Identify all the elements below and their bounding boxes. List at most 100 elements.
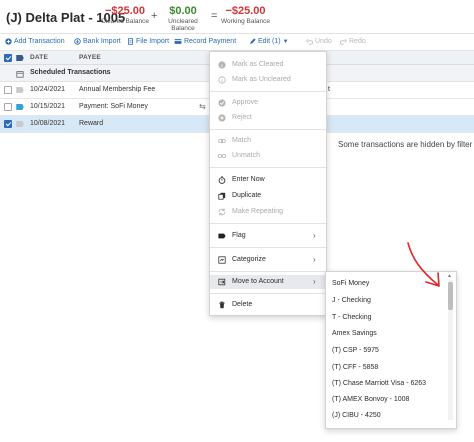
unmatch-item[interactable]: Unmatch — [210, 149, 326, 163]
mark-as-uncleared-item[interactable]: c Mark as Uncleared — [210, 73, 326, 87]
redo-icon — [340, 39, 347, 45]
account-option[interactable]: (T) CFF - 5858 — [332, 364, 378, 371]
uncleared-circle-icon: c — [218, 76, 226, 84]
x-circle-icon — [218, 114, 226, 122]
unlink-icon — [218, 154, 226, 158]
menu-divider — [210, 271, 326, 272]
make-repeating-item[interactable]: Make Repeating — [210, 205, 326, 219]
menu-divider — [210, 293, 326, 294]
cleared-balance-label: Cleared Balance — [100, 18, 150, 25]
hidden-transactions-note: Some transactions are hidden by filter — [338, 140, 473, 149]
file-import-button[interactable]: File Import — [127, 38, 169, 45]
payee-column-header[interactable]: PAYEE — [79, 54, 101, 61]
cleared-balance: −$25.00 Cleared Balance — [99, 5, 151, 25]
approve-label: Approve — [232, 99, 259, 106]
redo-button[interactable]: Redo — [340, 38, 366, 45]
account-option[interactable]: J - Checking — [332, 297, 371, 304]
link-icon — [218, 139, 226, 143]
enter-now-label: Enter Now — [232, 176, 265, 183]
file-import-label: File Import — [136, 38, 170, 45]
reject-label: Reject — [232, 114, 252, 121]
uncleared-balance-amount: $0.00 — [169, 5, 197, 17]
pencil-icon — [250, 38, 256, 44]
edit-menu-button[interactable]: Edit (1) ▼ — [249, 38, 289, 45]
cleared-circle-icon: c — [218, 61, 226, 69]
mark-as-uncleared-label: Mark as Uncleared — [232, 76, 291, 83]
move-to-account-item[interactable]: Move to Account › — [210, 275, 326, 289]
bank-import-label: Bank Import — [83, 38, 121, 45]
mark-as-cleared-label: Mark as Cleared — [232, 61, 284, 68]
working-balance-label: Working Balance — [220, 18, 271, 25]
account-option[interactable]: T - Checking — [332, 314, 372, 321]
row-checkbox[interactable] — [4, 120, 12, 128]
flag-column-icon[interactable] — [16, 55, 24, 61]
chevron-down-icon[interactable]: ⌄ — [104, 69, 109, 76]
add-transaction-button[interactable]: Add Transaction — [5, 38, 65, 45]
select-all-checkbox[interactable] — [4, 54, 12, 62]
categorize-item[interactable]: Categorize › — [210, 253, 326, 267]
make-repeating-label: Make Repeating — [232, 208, 283, 215]
working-balance: −$25.00 Working Balance — [218, 5, 273, 25]
record-payment-button[interactable]: Record Payment — [174, 38, 236, 45]
row-checkbox[interactable] — [4, 86, 12, 94]
flag-item[interactable]: Flag › — [210, 229, 326, 243]
move-to-account-label: Move to Account — [232, 278, 284, 285]
caret-down-icon: ▼ — [282, 38, 289, 45]
flag-icon[interactable] — [16, 121, 24, 127]
transaction-memo: t — [328, 86, 330, 93]
transaction-date: 10/08/2021 — [30, 120, 66, 127]
transaction-payee: Reward — [79, 120, 104, 127]
duplicate-item[interactable]: Duplicate — [210, 189, 326, 203]
working-balance-amount: −$25.00 — [225, 5, 266, 17]
redo-label: Redo — [349, 38, 366, 45]
undo-label: Undo — [315, 38, 332, 45]
match-label: Match — [232, 137, 252, 144]
plus-circle-icon — [5, 38, 12, 45]
copy-icon — [218, 192, 226, 200]
register-toolbar: Add Transaction Bank Import File Import … — [0, 35, 474, 51]
calendar-icon — [16, 71, 24, 78]
flag-label: Flag — [232, 232, 246, 239]
account-option[interactable]: Amex Savings — [332, 330, 377, 337]
reject-item[interactable]: Reject — [210, 111, 326, 125]
menu-divider — [210, 247, 326, 248]
transaction-date: 10/24/2021 — [30, 86, 66, 93]
transaction-payee: Annual Membership Fee — [79, 86, 156, 93]
row-checkbox[interactable] — [4, 103, 12, 111]
add-transaction-label: Add Transaction — [14, 38, 65, 45]
account-option[interactable]: (J) CIBU - 4250 — [332, 412, 381, 419]
uncleared-balance-label: Uncleared Balance — [168, 18, 198, 32]
chevron-right-icon: › — [313, 277, 316, 286]
transfer-icon: ⇆ — [199, 102, 206, 111]
bank-import-button[interactable]: Bank Import — [74, 38, 121, 45]
match-item[interactable]: Match — [210, 134, 326, 148]
undo-button[interactable]: Undo — [306, 38, 332, 45]
file-import-icon — [128, 38, 133, 45]
repeat-icon — [218, 208, 226, 216]
flag-icon[interactable] — [16, 87, 24, 93]
chevron-right-icon: › — [313, 231, 316, 240]
credit-card-icon — [174, 39, 182, 44]
menu-divider — [210, 129, 326, 130]
account-option[interactable]: SoFi Money — [332, 280, 369, 287]
account-option[interactable]: (T) Chase Marriott Visa - 6263 — [332, 380, 426, 387]
enter-now-item[interactable]: Enter Now — [210, 173, 326, 187]
menu-divider — [210, 91, 326, 92]
mark-as-cleared-item[interactable]: c Mark as Cleared — [210, 58, 326, 72]
delete-item[interactable]: Delete — [210, 298, 326, 312]
date-column-header[interactable]: DATE — [30, 54, 48, 61]
account-option[interactable]: (T) CSP - 5975 — [332, 347, 379, 354]
edit-dropdown-menu: c Mark as Cleared c Mark as Uncleared Ap… — [209, 51, 327, 316]
flag-icon[interactable] — [16, 104, 24, 110]
scheduled-transactions-label: Scheduled Transactions — [30, 69, 111, 76]
tag-icon — [218, 256, 226, 264]
edit-menu-label: Edit (1) — [258, 38, 281, 45]
menu-divider — [210, 223, 326, 224]
account-option[interactable]: (T) AMEX Bonvoy - 1008 — [332, 396, 409, 403]
approve-item[interactable]: Approve — [210, 96, 326, 110]
uncleared-balance: $0.00 Uncleared Balance — [157, 5, 209, 32]
account-header: (J) Delta Plat - 1005 −$25.00 Cleared Ba… — [0, 0, 474, 34]
annotation-arrow — [407, 242, 440, 287]
unmatch-label: Unmatch — [232, 152, 261, 159]
bank-import-icon — [74, 38, 81, 45]
